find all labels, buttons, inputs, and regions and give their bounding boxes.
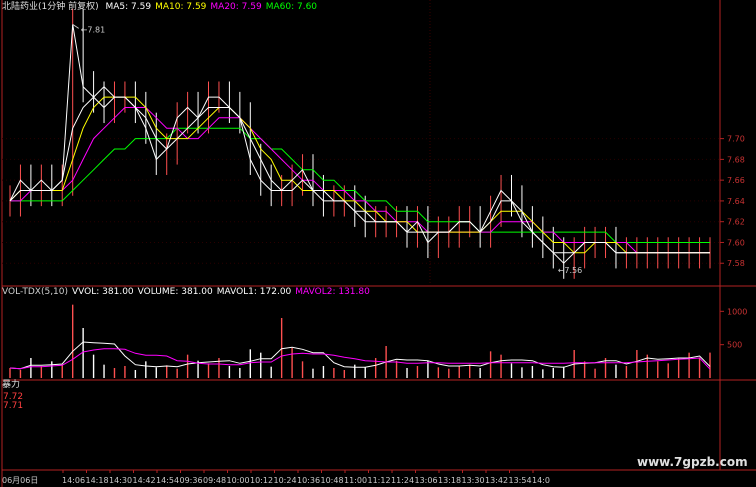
- ma-legend-item: MA5: 7.59: [105, 2, 152, 12]
- volume-chart-header: VOL-TDX(5,10) VVOL: 381.00 VOLUME: 381.00 M…: [2, 287, 374, 298]
- x-tick-label: 14:0: [532, 476, 550, 485]
- price-chart-header: 北陆药业(1分钟 前复权) MA5: 7.59 MA10: 7.59 MA20: 7…: [2, 2, 321, 13]
- ma-legend-item: MA10: 7.59: [155, 2, 207, 12]
- high-label: ←7.81: [81, 25, 106, 34]
- vol-legend-item: MAVOL2: 131.80: [295, 287, 370, 297]
- x-tick-label: 13:18: [438, 476, 461, 485]
- x-tick-label: 06月06日: [2, 476, 38, 485]
- x-tick-label: 10:48: [321, 476, 344, 485]
- x-tick-label: 14:06: [62, 476, 85, 485]
- stock-title: 北陆药业(1分钟 前复权): [2, 2, 99, 12]
- watermark: www.7gpzb.com: [637, 455, 748, 469]
- x-tick-label: 10:00: [227, 476, 250, 485]
- x-tick-label: 10:24: [274, 476, 297, 485]
- x-tick-label: 13:54: [509, 476, 532, 485]
- vol-legend-item: VOL-TDX(5,10): [2, 287, 69, 297]
- price-line: [9, 24, 710, 264]
- y-tick-label: 7.70: [727, 135, 745, 144]
- x-tick-label: 14:18: [86, 476, 109, 485]
- ma10-line: [9, 96, 710, 254]
- x-tick-label: 11:24: [391, 476, 414, 485]
- ma5-line: [9, 85, 710, 254]
- x-tick-label: 10:36: [297, 476, 320, 485]
- vol-legend-item: VOLUME: 381.00: [137, 287, 213, 297]
- x-tick-label: 14:54: [156, 476, 179, 485]
- x-tick-label: 11:12: [368, 476, 391, 485]
- y-tick-label: 7.68: [727, 155, 745, 164]
- low-label: ←7.56: [558, 266, 583, 275]
- y-tick-label: 7.60: [727, 238, 745, 247]
- x-tick-label: 13:06: [415, 476, 438, 485]
- x-tick-label: 13:42: [485, 476, 508, 485]
- x-tick-label: 14:42: [133, 476, 156, 485]
- x-tick-label: 11:00: [344, 476, 367, 485]
- indicator-value-2: 7.71: [3, 401, 24, 411]
- vol-y-tick-label: 500: [727, 341, 742, 350]
- vol-y-tick-label: 1000: [727, 307, 747, 316]
- x-tick-label: 14:30: [109, 476, 132, 485]
- x-tick-label: 09:48: [203, 476, 226, 485]
- y-tick-label: 7.62: [727, 218, 745, 227]
- x-tick-label: 09:36: [180, 476, 203, 485]
- vol-legend-item: VVOL: 381.00: [72, 287, 134, 297]
- x-tick-label: 13:30: [462, 476, 485, 485]
- indicator-header: 暴力: [2, 380, 24, 391]
- y-tick-label: 7.64: [727, 197, 745, 206]
- vol-legend-item: MAVOL1: 172.00: [216, 287, 292, 297]
- ma60-line: [10, 127, 710, 243]
- ma-legend-item: MA60: 7.60: [265, 2, 318, 12]
- x-tick-label: 10:12: [250, 476, 273, 485]
- ma-legend-item: MA20: 7.59: [210, 2, 262, 12]
- y-tick-label: 7.66: [727, 176, 745, 185]
- stock-chart[interactable]: 7.70 7.68 7.66 7.64 7.62 7.60 7.58 ←7.81 ←7.56 10…: [0, 0, 756, 487]
- indicator-title: 暴力: [2, 380, 21, 390]
- y-tick-label: 7.58: [727, 259, 745, 268]
